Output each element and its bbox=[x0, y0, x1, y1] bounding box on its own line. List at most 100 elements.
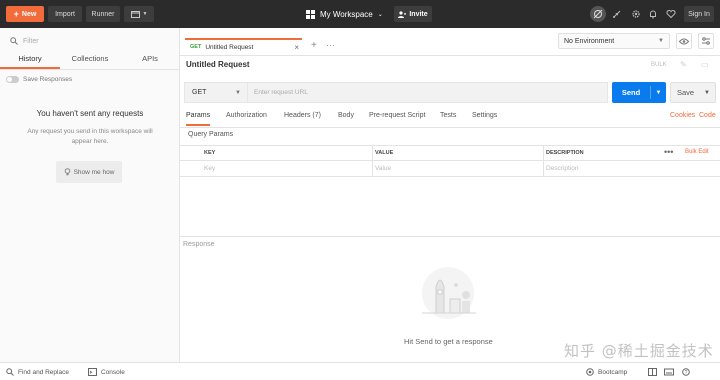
invite-button[interactable]: Invite bbox=[394, 6, 432, 22]
save-button[interactable]: Save ▼ bbox=[670, 82, 716, 103]
runner-button[interactable]: Runner bbox=[86, 6, 120, 22]
workspace-label: My Workspace bbox=[320, 9, 373, 19]
request-tab-title: Untitled Request bbox=[205, 43, 254, 51]
environment-quick-look-button[interactable] bbox=[676, 33, 692, 49]
send-button[interactable]: Send ▼ bbox=[612, 82, 666, 103]
target-icon bbox=[586, 368, 594, 376]
filter-input[interactable]: Filter bbox=[6, 33, 174, 49]
satellite-icon[interactable] bbox=[612, 9, 622, 21]
cookies-link[interactable]: Cookies bbox=[670, 112, 695, 119]
bootcamp-label: Bootcamp bbox=[598, 368, 628, 376]
column-divider bbox=[543, 146, 544, 162]
response-divider[interactable] bbox=[180, 236, 720, 237]
column-header-key: KEY bbox=[204, 150, 216, 156]
url-input[interactable]: Enter request URL bbox=[248, 82, 608, 103]
lightbulb-icon bbox=[64, 168, 71, 176]
invite-label: Invite bbox=[409, 10, 428, 18]
sync-status-icon[interactable] bbox=[590, 6, 606, 22]
key-input[interactable]: Key bbox=[204, 165, 215, 172]
more-tabs-icon[interactable]: ··· bbox=[326, 40, 335, 50]
manage-environments-button[interactable] bbox=[698, 33, 714, 49]
code-link[interactable]: Code bbox=[699, 112, 716, 119]
sidebar-tab-apis[interactable]: APIs bbox=[120, 54, 180, 69]
chevron-down-icon: ⌄ bbox=[377, 11, 383, 18]
bootcamp-button[interactable]: Bootcamp bbox=[586, 368, 627, 376]
value-input[interactable]: Value bbox=[375, 165, 391, 172]
sidebar-tabs: History Collections APIs bbox=[0, 54, 180, 69]
method-select-value: GET bbox=[192, 89, 207, 96]
request-tab[interactable]: GET Untitled Request × bbox=[185, 38, 302, 54]
divider bbox=[180, 127, 720, 128]
chevron-down-icon: ▼ bbox=[142, 11, 148, 17]
console-button[interactable]: Console bbox=[88, 368, 125, 376]
column-header-value: VALUE bbox=[375, 150, 394, 156]
eye-icon bbox=[679, 38, 689, 44]
pencil-icon[interactable]: ✎ bbox=[680, 60, 687, 69]
sign-in-label: Sign In bbox=[688, 10, 710, 18]
console-label: Console bbox=[101, 368, 125, 376]
save-button-label: Save bbox=[677, 88, 695, 97]
divider bbox=[180, 55, 720, 56]
chevron-down-icon[interactable]: ▼ bbox=[651, 90, 666, 96]
bell-icon[interactable] bbox=[648, 9, 658, 21]
request-tab-method: GET bbox=[190, 44, 202, 50]
filter-placeholder: Filter bbox=[23, 37, 39, 45]
tab-tests[interactable]: Tests bbox=[440, 112, 456, 126]
comment-icon[interactable]: ▭ bbox=[701, 60, 709, 69]
sidebar-tab-collections[interactable]: Collections bbox=[60, 54, 120, 69]
chevron-down-icon: ▼ bbox=[235, 89, 241, 96]
layout-icon[interactable] bbox=[648, 368, 657, 376]
svg-text:?: ? bbox=[685, 370, 688, 376]
tab-headers[interactable]: Headers (7) bbox=[284, 112, 321, 126]
import-button-label: Import bbox=[55, 10, 75, 18]
find-and-replace-button[interactable]: Find and Replace bbox=[6, 368, 69, 376]
search-icon bbox=[10, 37, 18, 45]
empty-history-description: Any request you send in this workspace w… bbox=[27, 128, 153, 145]
tab-pre-request-script[interactable]: Pre-request Script bbox=[369, 112, 425, 126]
new-window-button[interactable]: ▼ bbox=[124, 6, 154, 22]
grid-icon bbox=[306, 9, 315, 19]
request-title: Untitled Request bbox=[186, 60, 250, 69]
empty-history-title: You haven't sent any requests bbox=[36, 109, 144, 118]
plus-icon: + bbox=[13, 9, 19, 19]
heart-icon[interactable] bbox=[666, 9, 676, 21]
sidebar-tab-history[interactable]: History bbox=[0, 54, 60, 69]
save-responses-toggle[interactable]: Save Responses bbox=[6, 76, 72, 83]
tab-params[interactable]: Params bbox=[186, 112, 211, 126]
url-input-placeholder: Enter request URL bbox=[254, 89, 308, 96]
import-button[interactable]: Import bbox=[48, 6, 82, 22]
params-table-header: KEY VALUE DESCRIPTION ••• Bulk Edit bbox=[180, 145, 720, 162]
description-input[interactable]: Description bbox=[546, 165, 579, 172]
add-tab-icon[interactable]: + bbox=[311, 40, 317, 51]
keyboard-icon[interactable] bbox=[664, 368, 674, 376]
bulk-label: BULK bbox=[651, 62, 667, 68]
new-button[interactable]: + New bbox=[6, 6, 44, 22]
help-icon[interactable]: ? bbox=[682, 368, 690, 376]
column-divider bbox=[372, 161, 373, 177]
runner-button-label: Runner bbox=[91, 10, 115, 18]
gear-icon[interactable] bbox=[631, 9, 641, 21]
response-hint: Hit Send to get a response bbox=[404, 337, 493, 346]
console-icon bbox=[88, 368, 97, 376]
tab-settings[interactable]: Settings bbox=[472, 112, 497, 126]
divider bbox=[0, 69, 179, 70]
response-label: Response bbox=[183, 241, 215, 248]
method-select[interactable]: GET ▼ bbox=[184, 82, 248, 103]
window-icon bbox=[130, 10, 140, 18]
chevron-down-icon[interactable]: ▼ bbox=[704, 90, 710, 96]
send-button-label: Send bbox=[621, 88, 641, 97]
sign-in-button[interactable]: Sign In bbox=[684, 6, 714, 22]
tab-body[interactable]: Body bbox=[338, 112, 354, 126]
show-me-how-button[interactable]: Show me how bbox=[56, 161, 122, 183]
bulk-edit-link[interactable]: Bulk Edit bbox=[685, 149, 709, 155]
column-divider bbox=[372, 146, 373, 162]
column-header-description: DESCRIPTION bbox=[546, 150, 584, 156]
environment-select[interactable]: No Environment ▼ bbox=[558, 33, 670, 49]
more-options-icon[interactable]: ••• bbox=[664, 147, 673, 157]
find-and-replace-label: Find and Replace bbox=[18, 368, 69, 376]
close-icon[interactable]: × bbox=[294, 43, 299, 52]
workspace-selector[interactable]: My Workspace ⌄ bbox=[306, 7, 383, 21]
environment-select-value: No Environment bbox=[564, 37, 615, 45]
tab-authorization[interactable]: Authorization bbox=[226, 112, 267, 126]
toggle-switch[interactable] bbox=[6, 76, 19, 83]
